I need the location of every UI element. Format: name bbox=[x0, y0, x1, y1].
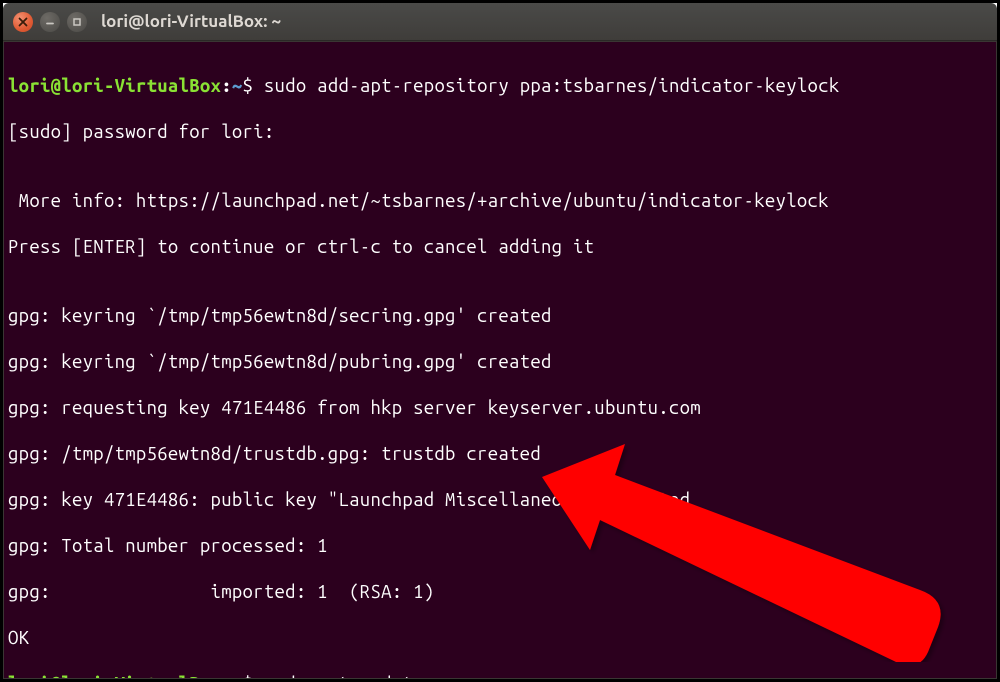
prompt-line-2: lori@lori-VirtualBox:~$ sudo apt update bbox=[8, 673, 992, 679]
output-line: More info: https://launchpad.net/~tsbarn… bbox=[8, 190, 992, 213]
output-line: gpg: /tmp/tmp56ewtn8d/trustdb.gpg: trust… bbox=[8, 443, 992, 466]
titlebar[interactable]: lori@lori-VirtualBox: ~ bbox=[3, 3, 997, 41]
terminal-body[interactable]: lori@lori-VirtualBox:~$ sudo add-apt-rep… bbox=[3, 41, 997, 679]
prompt-line-1: lori@lori-VirtualBox:~$ sudo add-apt-rep… bbox=[8, 75, 992, 98]
output-line: Press [ENTER] to continue or ctrl-c to c… bbox=[8, 236, 992, 259]
dollar: $ bbox=[243, 76, 254, 96]
minimize-icon[interactable] bbox=[40, 12, 60, 32]
user-host: lori@lori-VirtualBox bbox=[8, 76, 221, 96]
user-host: lori@lori-VirtualBox bbox=[8, 674, 221, 679]
window-title: lori@lori-VirtualBox: ~ bbox=[101, 12, 281, 31]
command-2: sudo apt update bbox=[253, 674, 424, 679]
window-controls bbox=[3, 12, 87, 32]
close-icon[interactable] bbox=[13, 12, 33, 32]
output-line: OK bbox=[8, 627, 992, 650]
maximize-icon[interactable] bbox=[67, 12, 87, 32]
output-line: gpg: Total number processed: 1 bbox=[8, 535, 992, 558]
output-line: gpg: keyring `/tmp/tmp56ewtn8d/secring.g… bbox=[8, 305, 992, 328]
output-line: gpg: keyring `/tmp/tmp56ewtn8d/pubring.g… bbox=[8, 351, 992, 374]
path: ~ bbox=[232, 674, 243, 679]
colon: : bbox=[221, 674, 232, 679]
output-line: gpg: key 471E4486: public key "Launchpad… bbox=[8, 489, 992, 512]
output-line: gpg: imported: 1 (RSA: 1) bbox=[8, 581, 992, 604]
output-line: [sudo] password for lori: bbox=[8, 121, 992, 144]
dollar: $ bbox=[243, 674, 254, 679]
command-1: sudo add-apt-repository ppa:tsbarnes/ind… bbox=[253, 76, 839, 96]
path: ~ bbox=[232, 76, 243, 96]
colon: : bbox=[221, 76, 232, 96]
output-line: gpg: requesting key 471E4486 from hkp se… bbox=[8, 397, 992, 420]
